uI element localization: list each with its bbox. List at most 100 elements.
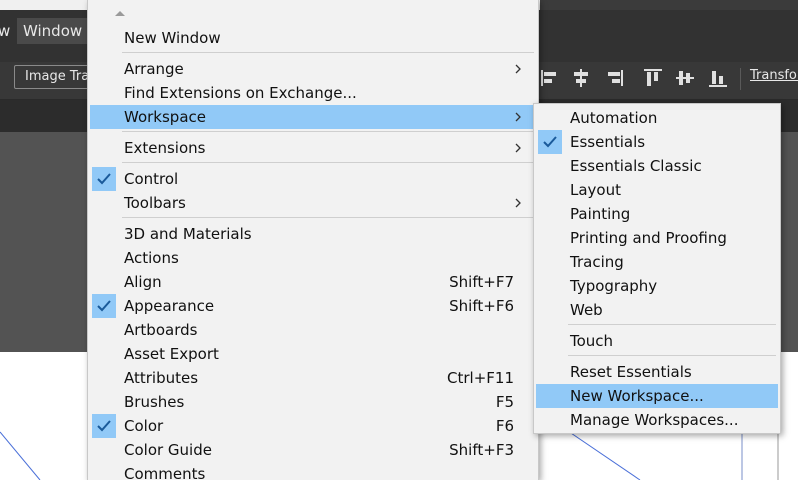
menu-item-label: Brushes — [124, 393, 185, 411]
menu-item-color[interactable]: Color F6 — [90, 414, 536, 438]
align-left-icon[interactable] — [539, 67, 561, 89]
workspace-item-label: Tracing — [570, 253, 624, 271]
workspace-item-reset-essentials[interactable]: Reset Essentials — [536, 360, 778, 384]
workspace-item-label: Painting — [570, 205, 631, 223]
menu-item-toolbars[interactable]: Toolbars — [90, 191, 536, 215]
menu-item-appearance[interactable]: Appearance Shift+F6 — [90, 294, 536, 318]
align-top-icon[interactable] — [642, 67, 664, 89]
workspace-item-label: New Workspace... — [570, 387, 704, 405]
menu-item-artboards[interactable]: Artboards — [90, 318, 536, 342]
menu-item-align[interactable]: Align Shift+F7 — [90, 270, 536, 294]
align-right-icon[interactable] — [603, 67, 625, 89]
workspace-item-label: Reset Essentials — [570, 363, 692, 381]
menu-item-label: Attributes — [124, 369, 199, 387]
workspace-submenu: Automation Essentials Essentials Classic La… — [533, 103, 781, 434]
check-indicator — [92, 294, 116, 318]
workspace-item-label: Essentials Classic — [570, 157, 702, 175]
menu-item-attributes[interactable]: Attributes Ctrl+F11 — [90, 366, 536, 390]
scroll-up-icon[interactable] — [114, 8, 126, 18]
menu-item-label: Arrange — [124, 60, 184, 78]
menu-item-label: Artboards — [124, 321, 198, 339]
workspace-item-printing-and-proofing[interactable]: Printing and Proofing — [536, 226, 778, 250]
menu-separator — [122, 52, 534, 53]
submenu-arrow-icon — [515, 198, 521, 208]
menu-item-asset-export[interactable]: Asset Export — [90, 342, 536, 366]
menu-item-label: Workspace — [124, 108, 206, 126]
menu-separator — [122, 217, 534, 218]
menu-item-extensions[interactable]: Extensions — [90, 136, 536, 160]
menu-item-shortcut: F6 — [495, 417, 514, 435]
checkmark-icon — [543, 136, 557, 148]
align-vertical-center-icon[interactable] — [674, 67, 696, 89]
menu-item-shortcut: Shift+F6 — [449, 297, 514, 315]
menu-item-brushes[interactable]: Brushes F5 — [90, 390, 536, 414]
menu-item-comments[interactable]: Comments — [90, 462, 536, 480]
menu-item-label: 3D and Materials — [124, 225, 252, 243]
menu-item-label: Extensions — [124, 139, 206, 157]
align-bottom-icon[interactable] — [707, 67, 729, 89]
menubar-item-window[interactable]: Window — [17, 18, 89, 44]
menu-item-label: New Window — [124, 29, 221, 47]
workspace-item-tracing[interactable]: Tracing — [536, 250, 778, 274]
menu-item-control[interactable]: Control — [90, 167, 536, 191]
toolbar-separator — [740, 68, 741, 90]
menu-item-label: Comments — [124, 465, 206, 480]
workspace-item-touch[interactable]: Touch — [536, 329, 778, 353]
window-menu: New Window Arrange Find Extensions on Exch… — [87, 0, 539, 480]
check-indicator — [538, 130, 562, 154]
workspace-item-label: Touch — [570, 332, 614, 350]
checkmark-icon — [97, 173, 111, 185]
menu-item-label: Appearance — [124, 297, 215, 315]
submenu-arrow-icon — [515, 64, 521, 74]
checkmark-icon — [97, 300, 111, 312]
workspace-item-essentials[interactable]: Essentials — [536, 130, 778, 154]
menu-item-label: Color Guide — [124, 441, 212, 459]
menubar-item-view[interactable]: w — [0, 18, 16, 44]
workspace-item-automation[interactable]: Automation — [536, 106, 778, 130]
workspace-item-new-workspace[interactable]: New Workspace... — [536, 384, 778, 408]
align-horizontal-center-icon[interactable] — [570, 67, 592, 89]
title-dark-area — [540, 0, 798, 10]
workspace-item-label: Web — [570, 301, 603, 319]
workspace-item-label: Manage Workspaces... — [570, 411, 739, 429]
workspace-item-web[interactable]: Web — [536, 298, 778, 322]
check-indicator — [92, 414, 116, 438]
workspace-item-essentials-classic[interactable]: Essentials Classic — [536, 154, 778, 178]
checkmark-icon — [97, 420, 111, 432]
workspace-item-layout[interactable]: Layout — [536, 178, 778, 202]
menu-item-workspace[interactable]: Workspace — [90, 105, 536, 129]
submenu-arrow-icon — [515, 143, 521, 153]
submenu-separator — [568, 324, 776, 325]
workspace-item-label: Typography — [570, 277, 658, 295]
workspace-item-label: Essentials — [570, 133, 646, 151]
workspace-item-label: Layout — [570, 181, 621, 199]
menu-item-actions[interactable]: Actions — [90, 246, 536, 270]
submenu-separator — [568, 355, 776, 356]
workspace-item-label: Printing and Proofing — [570, 229, 727, 247]
menu-item-label: Color — [124, 417, 164, 435]
workspace-item-manage-workspaces[interactable]: Manage Workspaces... — [536, 408, 778, 432]
menu-item-label: Actions — [124, 249, 179, 267]
workspace-item-label: Automation — [570, 109, 658, 127]
menu-item-shortcut: Shift+F3 — [449, 441, 514, 459]
menu-item-3d-and-materials[interactable]: 3D and Materials — [90, 222, 536, 246]
image-trace-button[interactable]: Image Trace — [14, 65, 94, 89]
menu-item-label: Toolbars — [124, 194, 186, 212]
submenu-arrow-icon — [515, 112, 521, 122]
menu-item-find-extensions-on-exchange[interactable]: Find Extensions on Exchange... — [90, 81, 536, 105]
menu-item-shortcut: Ctrl+F11 — [447, 369, 514, 387]
workspace-item-painting[interactable]: Painting — [536, 202, 778, 226]
menu-item-shortcut: Shift+F7 — [449, 273, 514, 291]
menu-item-label: Find Extensions on Exchange... — [124, 84, 357, 102]
menu-item-shortcut: F5 — [495, 393, 514, 411]
menu-item-arrange[interactable]: Arrange — [90, 57, 536, 81]
menu-item-color-guide[interactable]: Color Guide Shift+F3 — [90, 438, 536, 462]
menu-item-label: Asset Export — [124, 345, 219, 363]
menu-item-label: Control — [124, 170, 179, 188]
menu-item-label: Align — [124, 273, 162, 291]
menu-separator — [122, 162, 534, 163]
menu-separator — [122, 131, 534, 132]
transform-link[interactable]: Transform — [750, 68, 798, 83]
workspace-item-typography[interactable]: Typography — [536, 274, 778, 298]
menu-item-new-window[interactable]: New Window — [90, 26, 536, 50]
